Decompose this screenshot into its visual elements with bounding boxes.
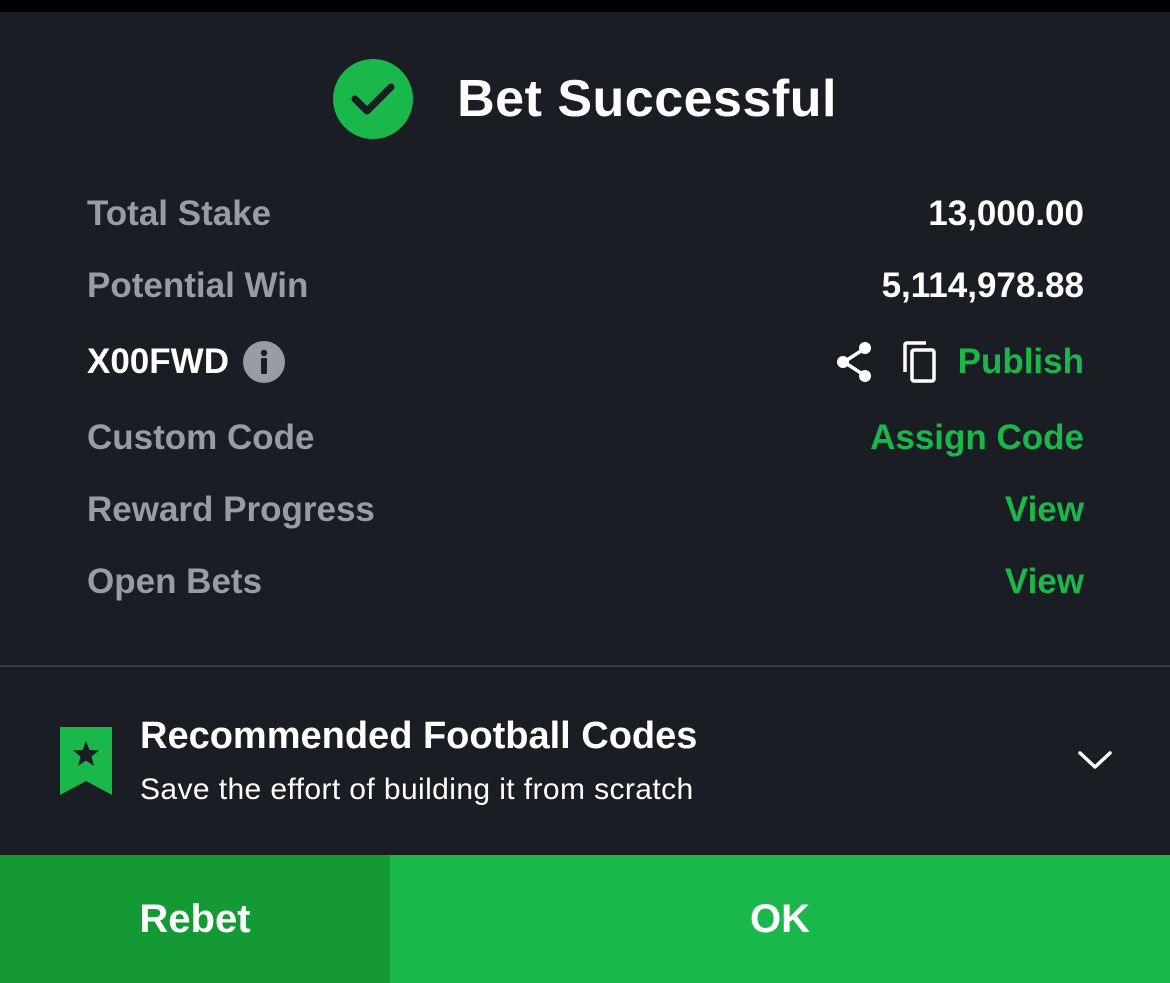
recommended-subtitle: Save the effort of building it from scra… [140,773,694,806]
open-bets-label: Open Bets [87,562,263,601]
potential-win-row: Potential Win 5,114,978.88 [87,256,1084,316]
reward-progress-row: Reward Progress View [87,480,1084,540]
ok-button[interactable]: OK [390,855,1170,983]
custom-code-row: Custom Code Assign Code [87,408,1084,468]
check-circle-icon [333,59,414,139]
potential-win-label: Potential Win [87,266,309,305]
total-stake-label: Total Stake [87,194,272,233]
assign-code-link[interactable]: Assign Code [870,418,1084,458]
total-stake-value: 13,000.00 [928,194,1084,233]
potential-win-value: 5,114,978.88 [881,266,1084,305]
booking-code: X00FWD [87,342,229,381]
booking-code-group: X00FWD [87,341,285,383]
open-bets-view-link[interactable]: View [1005,562,1084,602]
total-stake-row: Total Stake 13,000.00 [87,184,1084,244]
booking-code-actions: Publish [834,340,1084,384]
rebet-button[interactable]: Rebet [0,855,390,983]
copy-icon[interactable] [900,340,938,384]
recommended-title: Recommended Football Codes [140,715,698,757]
status-strip [0,0,1170,12]
open-bets-row: Open Bets View [87,552,1084,612]
page-title: Bet Successful [457,70,837,128]
booking-code-row: X00FWD Publish [87,332,1084,392]
share-icon[interactable] [834,341,874,383]
info-icon[interactable] [242,341,285,383]
chevron-down-icon[interactable] [1075,745,1115,775]
publish-link[interactable]: Publish [958,342,1084,382]
reward-progress-view-link[interactable]: View [1005,490,1084,530]
success-header: Bet Successful [0,56,1170,142]
bookmark-star-icon [60,727,112,795]
recommended-codes-panel[interactable]: Recommended Football Codes Save the effo… [0,667,1170,855]
custom-code-label: Custom Code [87,418,315,457]
reward-progress-label: Reward Progress [87,490,375,529]
action-bar: Rebet OK [0,855,1170,983]
